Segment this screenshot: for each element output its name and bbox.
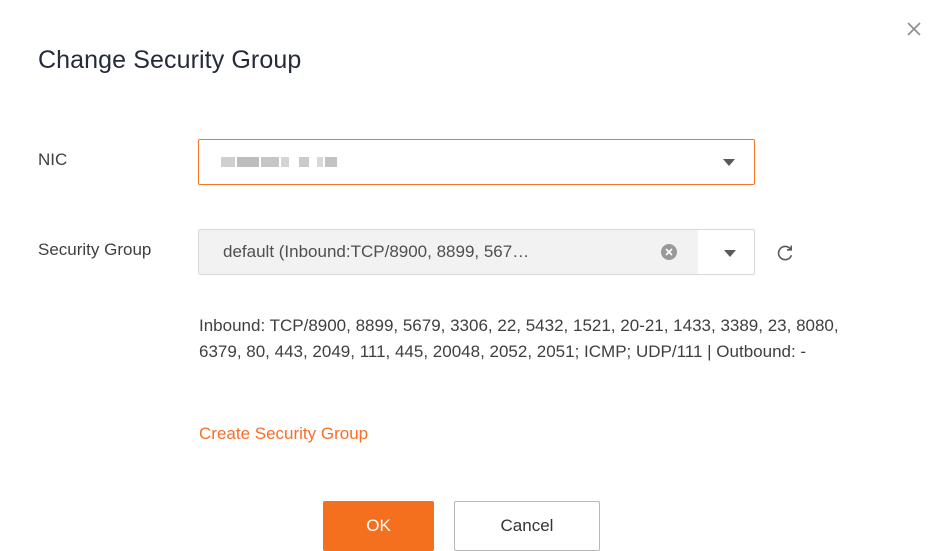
security-group-value: default (Inbound:TCP/8900, 8899, 567…: [223, 242, 530, 261]
security-group-rules: Inbound: TCP/8900, 8899, 5679, 3306, 22,…: [199, 316, 839, 361]
ok-button[interactable]: OK: [323, 501, 434, 551]
close-icon[interactable]: [903, 18, 925, 40]
nic-select[interactable]: [198, 139, 755, 185]
chevron-down-icon: [723, 159, 735, 166]
create-security-group-link[interactable]: Create Security Group: [199, 424, 368, 444]
clear-circle-icon[interactable]: [661, 244, 677, 260]
refresh-icon[interactable]: [775, 243, 795, 263]
change-security-group-dialog: Change Security Group NIC Security Group…: [0, 0, 938, 551]
nic-value-masked: [221, 155, 337, 169]
cancel-button[interactable]: Cancel: [454, 501, 600, 551]
security-group-select[interactable]: default (Inbound:TCP/8900, 8899, 567…: [198, 229, 755, 275]
dialog-title: Change Security Group: [38, 46, 302, 74]
chevron-down-icon: [724, 250, 736, 257]
nic-label: NIC: [38, 150, 68, 169]
security-group-value-area: default (Inbound:TCP/8900, 8899, 567…: [199, 230, 698, 274]
security-group-label: Security Group: [38, 240, 152, 259]
